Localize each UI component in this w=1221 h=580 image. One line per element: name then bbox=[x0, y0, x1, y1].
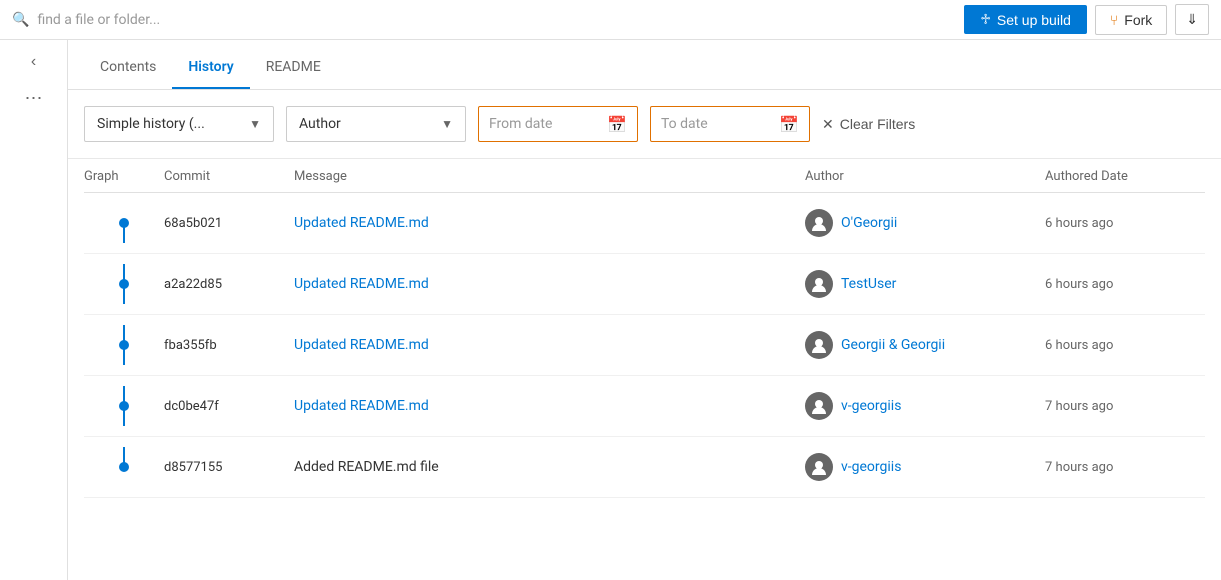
chevron-down-icon: ▼ bbox=[249, 117, 261, 131]
commit-hash: dc0be47f bbox=[164, 399, 294, 414]
author-name[interactable]: v-georgiis bbox=[841, 398, 901, 414]
table-row: d8577155Added README.md file v-georgiis 7 … bbox=[84, 437, 1205, 498]
search-area: 🔍 find a file or folder... bbox=[12, 12, 160, 28]
tab-contents[interactable]: Contents bbox=[84, 47, 172, 89]
graph-container bbox=[114, 386, 134, 426]
avatar bbox=[805, 392, 833, 420]
from-date-picker[interactable]: From date 📅 bbox=[478, 106, 638, 142]
commit-message-cell[interactable]: Updated README.md bbox=[294, 215, 805, 231]
commit-graph-cell bbox=[84, 447, 164, 487]
clear-filters-label: Clear Filters bbox=[840, 116, 915, 132]
author-name[interactable]: v-georgiis bbox=[841, 459, 901, 475]
col-graph: Graph bbox=[84, 169, 164, 184]
author-name[interactable]: Georgii & Georgii bbox=[841, 337, 945, 353]
commits-table: Graph Commit Message Author Authored Dat… bbox=[68, 159, 1221, 580]
commit-dot bbox=[119, 340, 129, 350]
tabs-bar: Contents History README bbox=[68, 40, 1221, 90]
calendar-icon-to: 📅 bbox=[779, 115, 799, 134]
commit-graph-cell bbox=[84, 203, 164, 243]
tab-readme[interactable]: README bbox=[250, 47, 337, 89]
author-cell: O'Georgii bbox=[805, 209, 1045, 237]
commit-graph-cell bbox=[84, 386, 164, 426]
author-cell: v-georgiis bbox=[805, 392, 1045, 420]
author-label: Author bbox=[299, 116, 341, 132]
commit-message-cell: Added README.md file bbox=[294, 459, 805, 475]
download-icon: ⇓ bbox=[1186, 11, 1198, 28]
fork-button[interactable]: ⑂ Fork bbox=[1095, 5, 1167, 35]
col-author: Author bbox=[805, 169, 1045, 184]
fork-label: Fork bbox=[1124, 12, 1152, 28]
history-type-label: Simple history (... bbox=[97, 116, 205, 132]
to-date-placeholder: To date bbox=[661, 116, 771, 132]
author-cell: Georgii & Georgii bbox=[805, 331, 1045, 359]
author-name[interactable]: O'Georgii bbox=[841, 215, 897, 231]
author-name[interactable]: TestUser bbox=[841, 276, 896, 292]
commit-dot bbox=[119, 279, 129, 289]
top-bar: 🔍 find a file or folder... ♱ Set up buil… bbox=[0, 0, 1221, 40]
clear-filters-button[interactable]: ✕ Clear Filters bbox=[822, 116, 915, 133]
authored-date: 7 hours ago bbox=[1045, 399, 1205, 414]
search-icon: 🔍 bbox=[12, 12, 29, 28]
history-type-dropdown[interactable]: Simple history (... ▼ bbox=[84, 106, 274, 142]
rows-container: 68a5b021Updated README.mdO'Georgii6 hour… bbox=[84, 193, 1205, 498]
table-row: a2a22d85Updated README.md TestUser 6 hours… bbox=[84, 254, 1205, 315]
setup-build-label: Set up build bbox=[997, 12, 1071, 28]
avatar bbox=[805, 453, 833, 481]
graph-container bbox=[114, 203, 134, 243]
col-message: Message bbox=[294, 169, 805, 184]
table-row: dc0be47fUpdated README.md v-georgiis 7 hou… bbox=[84, 376, 1205, 437]
author-cell: v-georgiis bbox=[805, 453, 1045, 481]
chevron-down-icon-author: ▼ bbox=[441, 117, 453, 131]
avatar bbox=[805, 209, 833, 237]
table-row: fba355fbUpdated README.md Georgii & Georg… bbox=[84, 315, 1205, 376]
col-authored-date: Authored Date bbox=[1045, 169, 1205, 184]
to-date-picker[interactable]: To date 📅 bbox=[650, 106, 810, 142]
commit-dot bbox=[119, 401, 129, 411]
commit-hash: a2a22d85 bbox=[164, 277, 294, 292]
main-layout: ‹ ⋯ Contents History README Simple histo… bbox=[0, 40, 1221, 580]
authored-date: 6 hours ago bbox=[1045, 338, 1205, 353]
commit-graph-cell bbox=[84, 325, 164, 365]
download-button[interactable]: ⇓ bbox=[1175, 4, 1209, 35]
calendar-icon-from: 📅 bbox=[607, 115, 627, 134]
commit-hash: fba355fb bbox=[164, 338, 294, 353]
commit-dot bbox=[119, 218, 129, 228]
filters-row: Simple history (... ▼ Author ▼ From date… bbox=[68, 90, 1221, 159]
commit-message-cell[interactable]: Updated README.md bbox=[294, 337, 805, 353]
sidebar-more-button[interactable]: ⋯ bbox=[16, 84, 52, 112]
avatar bbox=[805, 270, 833, 298]
clear-filters-x-icon: ✕ bbox=[822, 116, 834, 133]
sidebar-collapse-button[interactable]: ‹ bbox=[18, 48, 50, 76]
authored-date: 7 hours ago bbox=[1045, 460, 1205, 475]
authored-date: 6 hours ago bbox=[1045, 216, 1205, 231]
setup-build-button[interactable]: ♱ Set up build bbox=[964, 5, 1087, 34]
tab-history[interactable]: History bbox=[172, 47, 249, 89]
authored-date: 6 hours ago bbox=[1045, 277, 1205, 292]
commit-dot bbox=[119, 462, 129, 472]
content-area: Contents History README Simple history (… bbox=[68, 40, 1221, 580]
commit-graph-cell bbox=[84, 264, 164, 304]
from-date-placeholder: From date bbox=[489, 116, 599, 132]
table-row: 68a5b021Updated README.md O'Georgii 6 hour… bbox=[84, 193, 1205, 254]
table-header: Graph Commit Message Author Authored Dat… bbox=[84, 159, 1205, 193]
graph-container bbox=[114, 264, 134, 304]
sidebar: ‹ ⋯ bbox=[0, 40, 68, 580]
graph-container bbox=[114, 325, 134, 365]
commit-hash: 68a5b021 bbox=[164, 216, 294, 231]
author-dropdown[interactable]: Author ▼ bbox=[286, 106, 466, 142]
commit-message-cell[interactable]: Updated README.md bbox=[294, 276, 805, 292]
col-commit: Commit bbox=[164, 169, 294, 184]
author-cell: TestUser bbox=[805, 270, 1045, 298]
commit-message-cell[interactable]: Updated README.md bbox=[294, 398, 805, 414]
commit-hash: d8577155 bbox=[164, 460, 294, 475]
setup-build-icon: ♱ bbox=[980, 11, 991, 28]
graph-container bbox=[114, 447, 134, 487]
avatar bbox=[805, 331, 833, 359]
top-bar-actions: ♱ Set up build ⑂ Fork ⇓ bbox=[964, 4, 1209, 35]
search-placeholder: find a file or folder... bbox=[37, 12, 160, 28]
fork-icon: ⑂ bbox=[1110, 12, 1118, 28]
